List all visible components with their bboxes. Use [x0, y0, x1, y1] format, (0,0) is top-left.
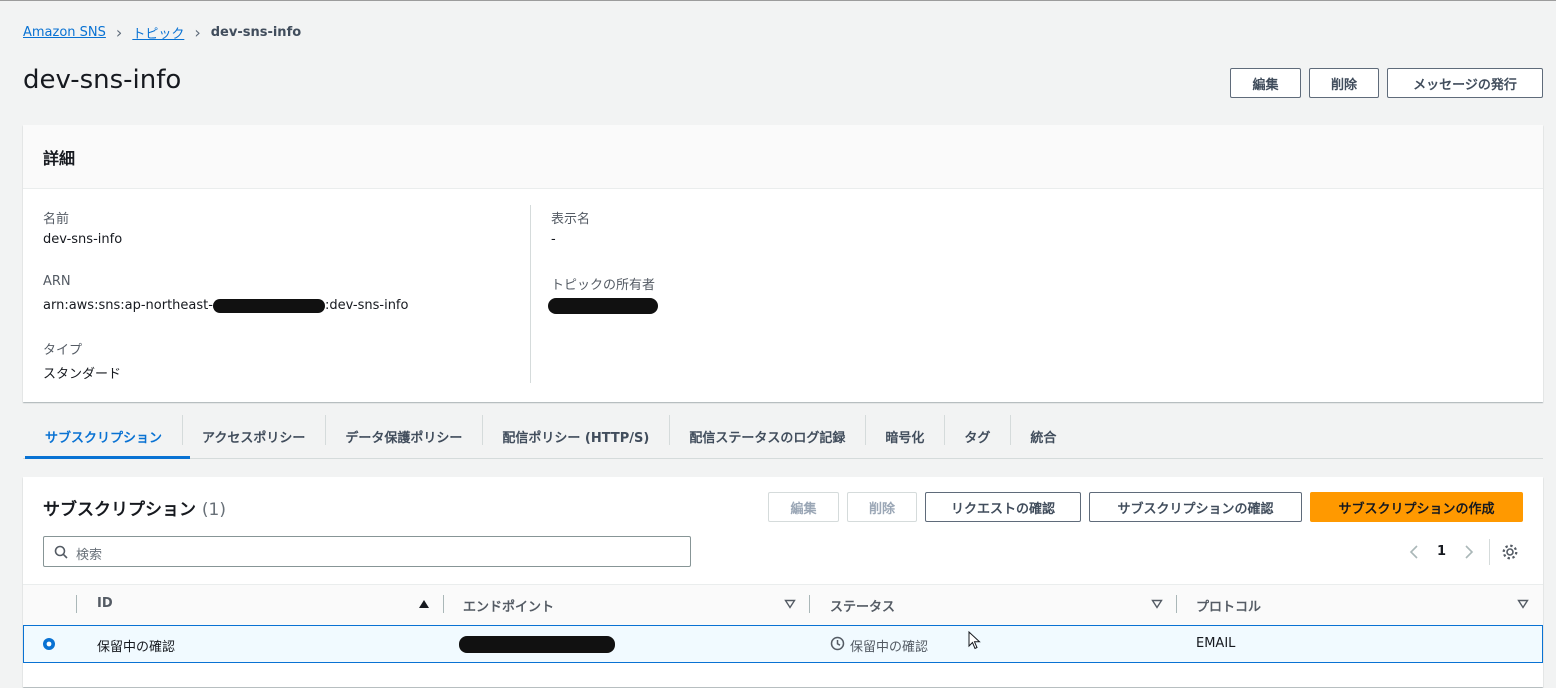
column-divider	[530, 205, 531, 383]
tab-delivery-status-logging[interactable]: 配信ステータスのログ記録	[669, 413, 865, 459]
row-id[interactable]: 保留中の確認	[97, 636, 175, 655]
search-placeholder: 検索	[76, 548, 103, 563]
chevron-right-icon: ›	[115, 22, 123, 42]
request-confirmation-button[interactable]: リクエストの確認	[925, 492, 1081, 522]
tab-data-protection-policy[interactable]: データ保護ポリシー	[325, 413, 482, 459]
breadcrumb: Amazon SNS › トピック › dev-sns-info	[23, 23, 301, 42]
arn-label: ARN	[43, 274, 71, 289]
column-header-id[interactable]: ID	[97, 596, 113, 611]
subscription-delete-button[interactable]: 削除	[847, 492, 917, 522]
subscriptions-title-text: サブスクリプション	[43, 500, 196, 520]
current-page[interactable]: 1	[1437, 544, 1446, 559]
confirm-subscription-button[interactable]: サブスクリプションの確認	[1089, 492, 1302, 522]
subscriptions-title: サブスクリプション (1)	[43, 495, 226, 520]
redacted-account-id	[212, 298, 325, 313]
redacted-owner	[548, 298, 658, 314]
tab-tags[interactable]: タグ	[944, 413, 1010, 459]
subscriptions-count: (1)	[201, 500, 227, 520]
delete-button[interactable]: 削除	[1309, 68, 1379, 98]
arn-prefix: arn:aws:sns:ap-northeast-	[43, 298, 213, 313]
breadcrumb-amazon-sns[interactable]: Amazon SNS	[23, 25, 106, 40]
tab-encryption[interactable]: 暗号化	[865, 413, 944, 459]
page-title: dev-sns-info	[23, 65, 182, 95]
column-separator	[1176, 595, 1177, 613]
pagination-divider	[1489, 539, 1490, 565]
search-input[interactable]: 検索	[43, 536, 691, 567]
breadcrumb-current: dev-sns-info	[210, 25, 302, 40]
mouse-cursor-icon	[968, 631, 981, 650]
sort-ascending-icon[interactable]	[418, 599, 430, 609]
chevron-right-icon: ›	[194, 22, 201, 42]
column-separator	[76, 595, 77, 613]
tab-integrations[interactable]: 統合	[1010, 413, 1076, 459]
name-label: 名前	[43, 212, 70, 227]
create-subscription-button[interactable]: サブスクリプションの作成	[1310, 492, 1523, 522]
table-header	[23, 584, 1543, 626]
column-separator	[809, 595, 810, 613]
breadcrumb-topics[interactable]: トピック	[132, 23, 184, 42]
sort-icon[interactable]	[1517, 599, 1529, 609]
row-status: 保留中の確認	[850, 640, 929, 655]
type-value: スタンダード	[43, 367, 122, 382]
edit-button[interactable]: 編集	[1230, 68, 1301, 98]
tabs-divider	[23, 458, 1543, 459]
type-label: タイプ	[43, 343, 83, 358]
column-header-status[interactable]: ステータス	[830, 596, 895, 615]
details-title: 詳細	[43, 149, 76, 168]
sort-icon[interactable]	[1151, 599, 1163, 609]
column-header-endpoint[interactable]: エンドポイント	[463, 596, 554, 615]
redacted-endpoint	[459, 636, 615, 653]
tab-delivery-policy[interactable]: 配信ポリシー (HTTP/S)	[482, 413, 669, 459]
chevron-left-icon[interactable]	[1408, 544, 1420, 560]
active-tab-indicator	[25, 456, 190, 459]
tab-bar: サブスクリプション アクセスポリシー データ保護ポリシー 配信ポリシー (HTT…	[25, 413, 1076, 459]
clock-icon	[830, 636, 845, 651]
column-separator	[443, 595, 444, 613]
name-value: dev-sns-info	[43, 232, 123, 247]
sort-icon[interactable]	[784, 599, 796, 609]
search-icon	[54, 545, 68, 559]
details-body	[23, 189, 1543, 402]
subscription-edit-button[interactable]: 編集	[768, 492, 839, 522]
display-name-value: -	[551, 232, 556, 247]
tab-access-policy[interactable]: アクセスポリシー	[182, 413, 325, 459]
display-name-label: 表示名	[551, 212, 591, 227]
column-header-protocol[interactable]: プロトコル	[1196, 596, 1261, 615]
gear-icon[interactable]	[1501, 543, 1519, 561]
arn-suffix: :dev-sns-info	[324, 298, 409, 313]
row-protocol: EMAIL	[1196, 636, 1236, 651]
publish-message-button[interactable]: メッセージの発行	[1387, 68, 1543, 98]
arn-value: arn:aws:sns:ap-northeast- :dev-sns-info	[43, 298, 408, 313]
details-header: 詳細	[23, 125, 1543, 189]
topic-owner-label: トピックの所有者	[551, 278, 656, 293]
tab-subscriptions[interactable]: サブスクリプション	[25, 413, 182, 459]
table-row[interactable]	[23, 625, 1543, 663]
chevron-right-icon[interactable]	[1463, 544, 1475, 560]
row-radio-selected[interactable]	[42, 637, 56, 651]
